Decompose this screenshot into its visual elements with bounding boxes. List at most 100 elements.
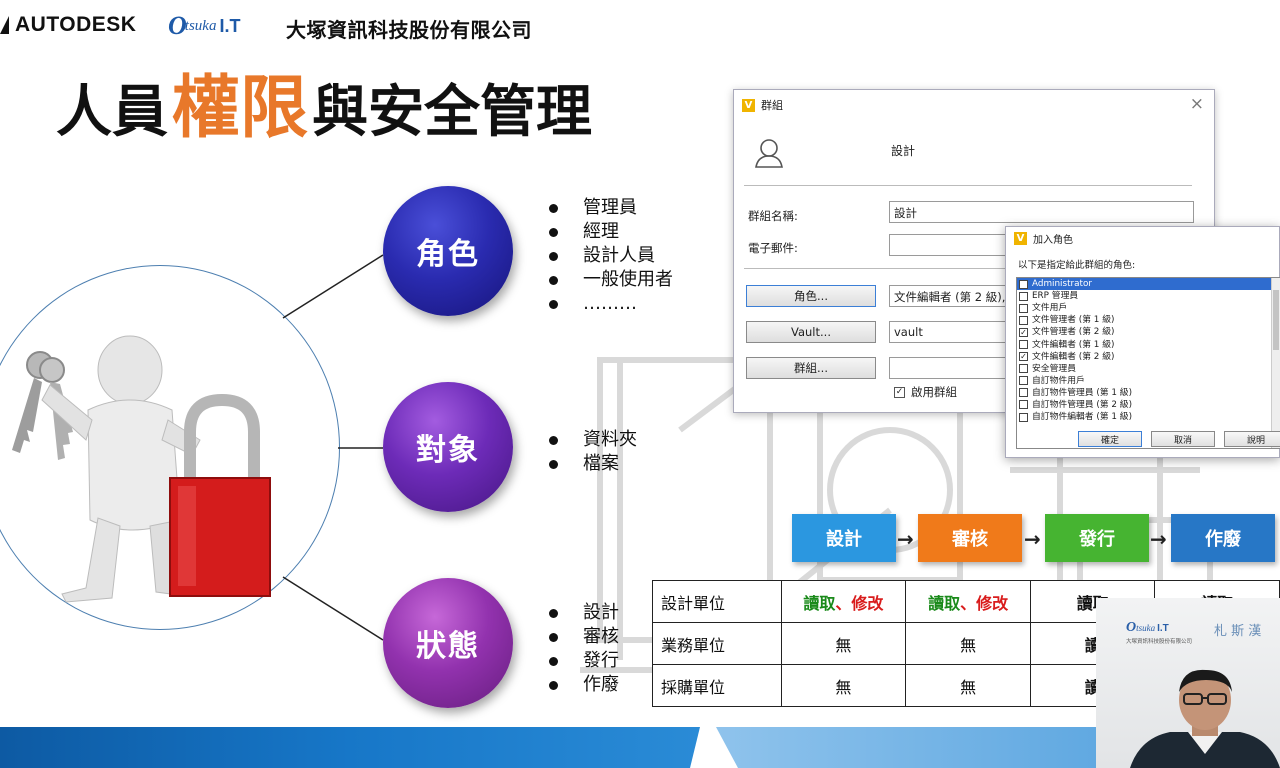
scrollbar-thumb[interactable] xyxy=(1273,290,1279,350)
close-icon[interactable]: × xyxy=(1190,94,1204,114)
webcam-company-name: 大塚資訊科技股份有限公司 xyxy=(1126,639,1193,645)
group-name-label: 群組名稱: xyxy=(748,209,798,223)
presentation-slide: AUTODESK O tsuka I.T 大塚資訊科技股份有限公司 人員 權限 … xyxy=(0,0,1280,768)
role-list-item[interactable]: ERP 管理員 xyxy=(1017,290,1280,302)
company-name: 大塚資訊科技股份有限公司 xyxy=(286,18,532,42)
vault-app-icon: V xyxy=(1014,231,1027,245)
role-list-item[interactable]: 自訂物件管理員 (第 1 級) xyxy=(1017,387,1280,399)
otsuka-logo: O tsuka I.T xyxy=(168,11,241,40)
role-label: 自訂物件編輯者 (第 1 級) xyxy=(1032,412,1133,423)
role-checkbox[interactable] xyxy=(1019,315,1028,325)
table-cell: 設計單位 xyxy=(652,580,782,623)
role-label: 安全管理員 xyxy=(1032,363,1076,374)
role-checkbox[interactable]: ✓ xyxy=(1019,327,1028,337)
arrow-right-icon: → xyxy=(1024,527,1041,551)
presenter-image xyxy=(1130,669,1280,768)
user-group-icon xyxy=(755,139,783,168)
list-item: 設計人員 xyxy=(545,244,673,268)
role-checkbox[interactable] xyxy=(1019,279,1028,289)
role-checkbox[interactable] xyxy=(1019,376,1028,386)
group-name-field[interactable]: 設計 xyxy=(889,201,1194,223)
role-label: 文件管理者 (第 2 級) xyxy=(1032,327,1115,338)
role-list-item[interactable]: 自訂物件用戶 xyxy=(1017,375,1280,387)
list-item: 經理 xyxy=(545,220,673,244)
role-button[interactable]: 角色... xyxy=(746,285,876,307)
group-dialog-titlebar: V 群組 xyxy=(734,90,1214,120)
person-with-keys-and-lock-illustration xyxy=(12,335,271,603)
list-item: 檔案 xyxy=(545,452,637,476)
role-checkbox[interactable] xyxy=(1019,303,1028,313)
role-list-item[interactable]: Administrator xyxy=(1017,278,1280,291)
role-checkbox[interactable] xyxy=(1019,340,1028,350)
role-checkbox[interactable] xyxy=(1019,291,1028,301)
role-checklist[interactable]: Administrator ERP 管理員 文件用戶 文件管理者 (第 1 級) ✓ 文件… xyxy=(1016,277,1280,449)
role-list-item[interactable]: 安全管理員 xyxy=(1017,363,1280,375)
table-cell: 無 xyxy=(780,664,907,707)
autodesk-logo: AUTODESK xyxy=(0,12,136,38)
webcam-wall-sign: 札 斯 漢 xyxy=(1214,624,1262,639)
group-header-name: 設計 xyxy=(891,144,916,158)
role-list-item[interactable]: 自訂物件編輯者 (第 1 級) xyxy=(1017,411,1280,423)
checkbox-check-icon: ✓ xyxy=(894,386,905,398)
slide-title: 人員 權限 與安全管理 xyxy=(56,69,593,148)
role-checkbox[interactable] xyxy=(1019,412,1028,422)
table-cell: 無 xyxy=(905,664,1031,707)
role-checkbox[interactable] xyxy=(1019,388,1028,398)
list-item: 設計 xyxy=(545,601,619,625)
role-list-item[interactable]: 文件編輯者 (第 1 級) xyxy=(1017,338,1280,350)
role-label: 文件編輯者 (第 2 級) xyxy=(1032,351,1115,362)
table-cell: 業務單位 xyxy=(652,622,782,665)
group-dialog-title: 群組 xyxy=(761,99,783,112)
role-list: 管理員 經理 設計人員 一般使用者 ……… xyxy=(545,196,673,316)
role-list-item[interactable]: ✓ 文件編輯者 (第 2 級) xyxy=(1017,351,1280,363)
role-label: 自訂物件管理員 (第 2 級) xyxy=(1032,399,1133,410)
table-cell: 讀取、修改 xyxy=(905,580,1031,623)
role-checkbox[interactable] xyxy=(1019,364,1028,374)
bottom-banner xyxy=(0,727,1280,768)
table-cell: 無 xyxy=(905,622,1031,665)
list-item: 作廢 xyxy=(545,673,619,697)
table-cell: 讀取、修改 xyxy=(780,580,907,623)
vault-app-icon: V xyxy=(742,98,755,112)
role-category-ball: 角色 xyxy=(383,186,513,316)
group-button[interactable]: 群組... xyxy=(746,357,876,379)
state-category-ball: 狀態 xyxy=(383,578,513,708)
list-item: 發行 xyxy=(545,649,619,673)
add-role-dialog-title: 加入角色 xyxy=(1033,234,1073,246)
help-button[interactable]: 說明 xyxy=(1224,431,1280,447)
enable-group-label: 啟用群組 xyxy=(911,385,957,399)
presenter-webcam: O tsuka I.T 大塚資訊科技股份有限公司 札 斯 漢 xyxy=(1096,598,1280,768)
cancel-button[interactable]: 取消 xyxy=(1151,431,1215,447)
role-list-item[interactable]: ✓ 文件管理者 (第 2 級) xyxy=(1017,326,1280,338)
role-list-item[interactable]: 文件管理者 (第 1 級) xyxy=(1017,314,1280,326)
role-list-item[interactable]: 自訂物件管理員 (第 2 級) xyxy=(1017,399,1280,411)
vault-button[interactable]: Vault... xyxy=(746,321,876,343)
ok-button[interactable]: 確定 xyxy=(1078,431,1142,447)
table-cell: 無 xyxy=(780,622,907,665)
list-item: 審核 xyxy=(545,625,619,649)
role-checkbox[interactable]: ✓ xyxy=(1019,352,1028,362)
role-label: Administrator xyxy=(1032,279,1092,290)
object-list: 資料夾 檔案 xyxy=(545,428,637,476)
padlock-icon xyxy=(169,393,271,597)
list-item: 一般使用者 xyxy=(545,268,673,292)
workflow-step-obsolete: 作廢 xyxy=(1171,514,1275,562)
role-intro-text: 以下是指定給此群組的角色: xyxy=(1018,260,1136,271)
workflow-step-design: 設計 xyxy=(792,514,896,562)
add-role-dialog: V 加入角色 以下是指定給此群組的角色: Administrator ERP 管理… xyxy=(1005,226,1280,458)
object-category-ball: 對象 xyxy=(383,382,513,512)
add-role-dialog-titlebar: V 加入角色 xyxy=(1006,227,1279,249)
list-item: ……… xyxy=(545,292,673,316)
workflow-step-release: 發行 xyxy=(1045,514,1149,562)
enable-group-checkbox[interactable]: ✓ 啟用群組 xyxy=(894,384,957,400)
role-label: 文件管理者 (第 1 級) xyxy=(1032,315,1115,326)
list-item: 資料夾 xyxy=(545,428,637,452)
role-list-item[interactable]: 文件用戶 xyxy=(1017,302,1280,314)
role-label: 文件用戶 xyxy=(1032,303,1068,314)
autodesk-mark-icon xyxy=(0,16,9,34)
role-list-scrollbar[interactable] xyxy=(1271,278,1280,448)
role-checkbox[interactable] xyxy=(1019,400,1028,410)
role-label: ERP 管理員 xyxy=(1032,291,1079,302)
otsuka-logo: O tsuka I.T xyxy=(1126,620,1169,635)
role-label: 自訂物件管理員 (第 1 級) xyxy=(1032,387,1133,398)
